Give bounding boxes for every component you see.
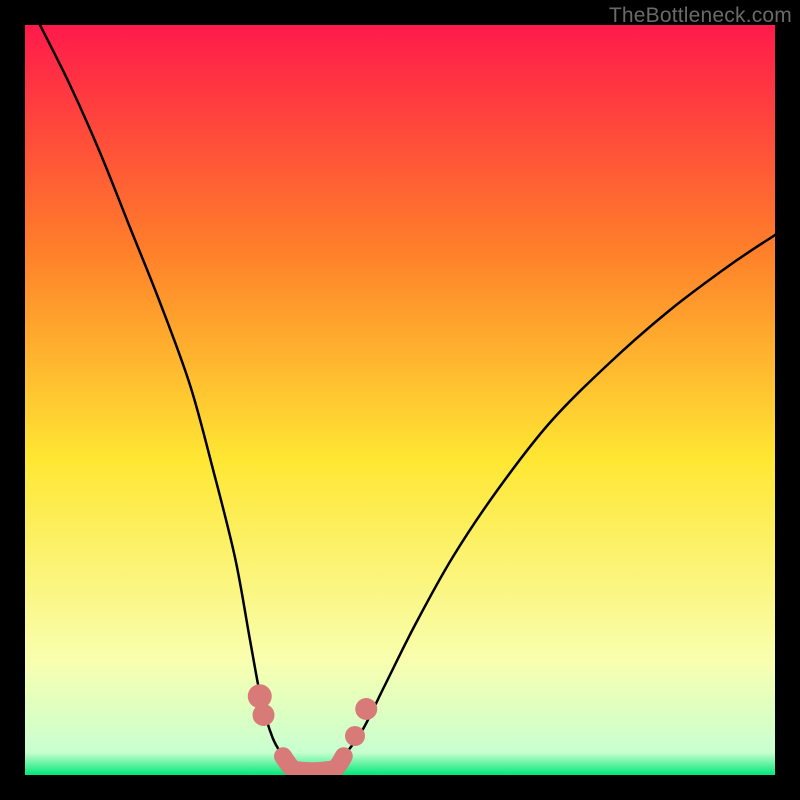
valley-marker (253, 704, 275, 726)
chart-svg (25, 25, 775, 775)
valley-marker (248, 684, 272, 708)
gradient-background (25, 25, 775, 775)
valley-marker (355, 698, 377, 720)
valley-marker (345, 726, 365, 746)
chart-frame: TheBottleneck.com (0, 0, 800, 800)
watermark-text: TheBottleneck.com (609, 4, 792, 28)
plot-area (25, 25, 775, 775)
